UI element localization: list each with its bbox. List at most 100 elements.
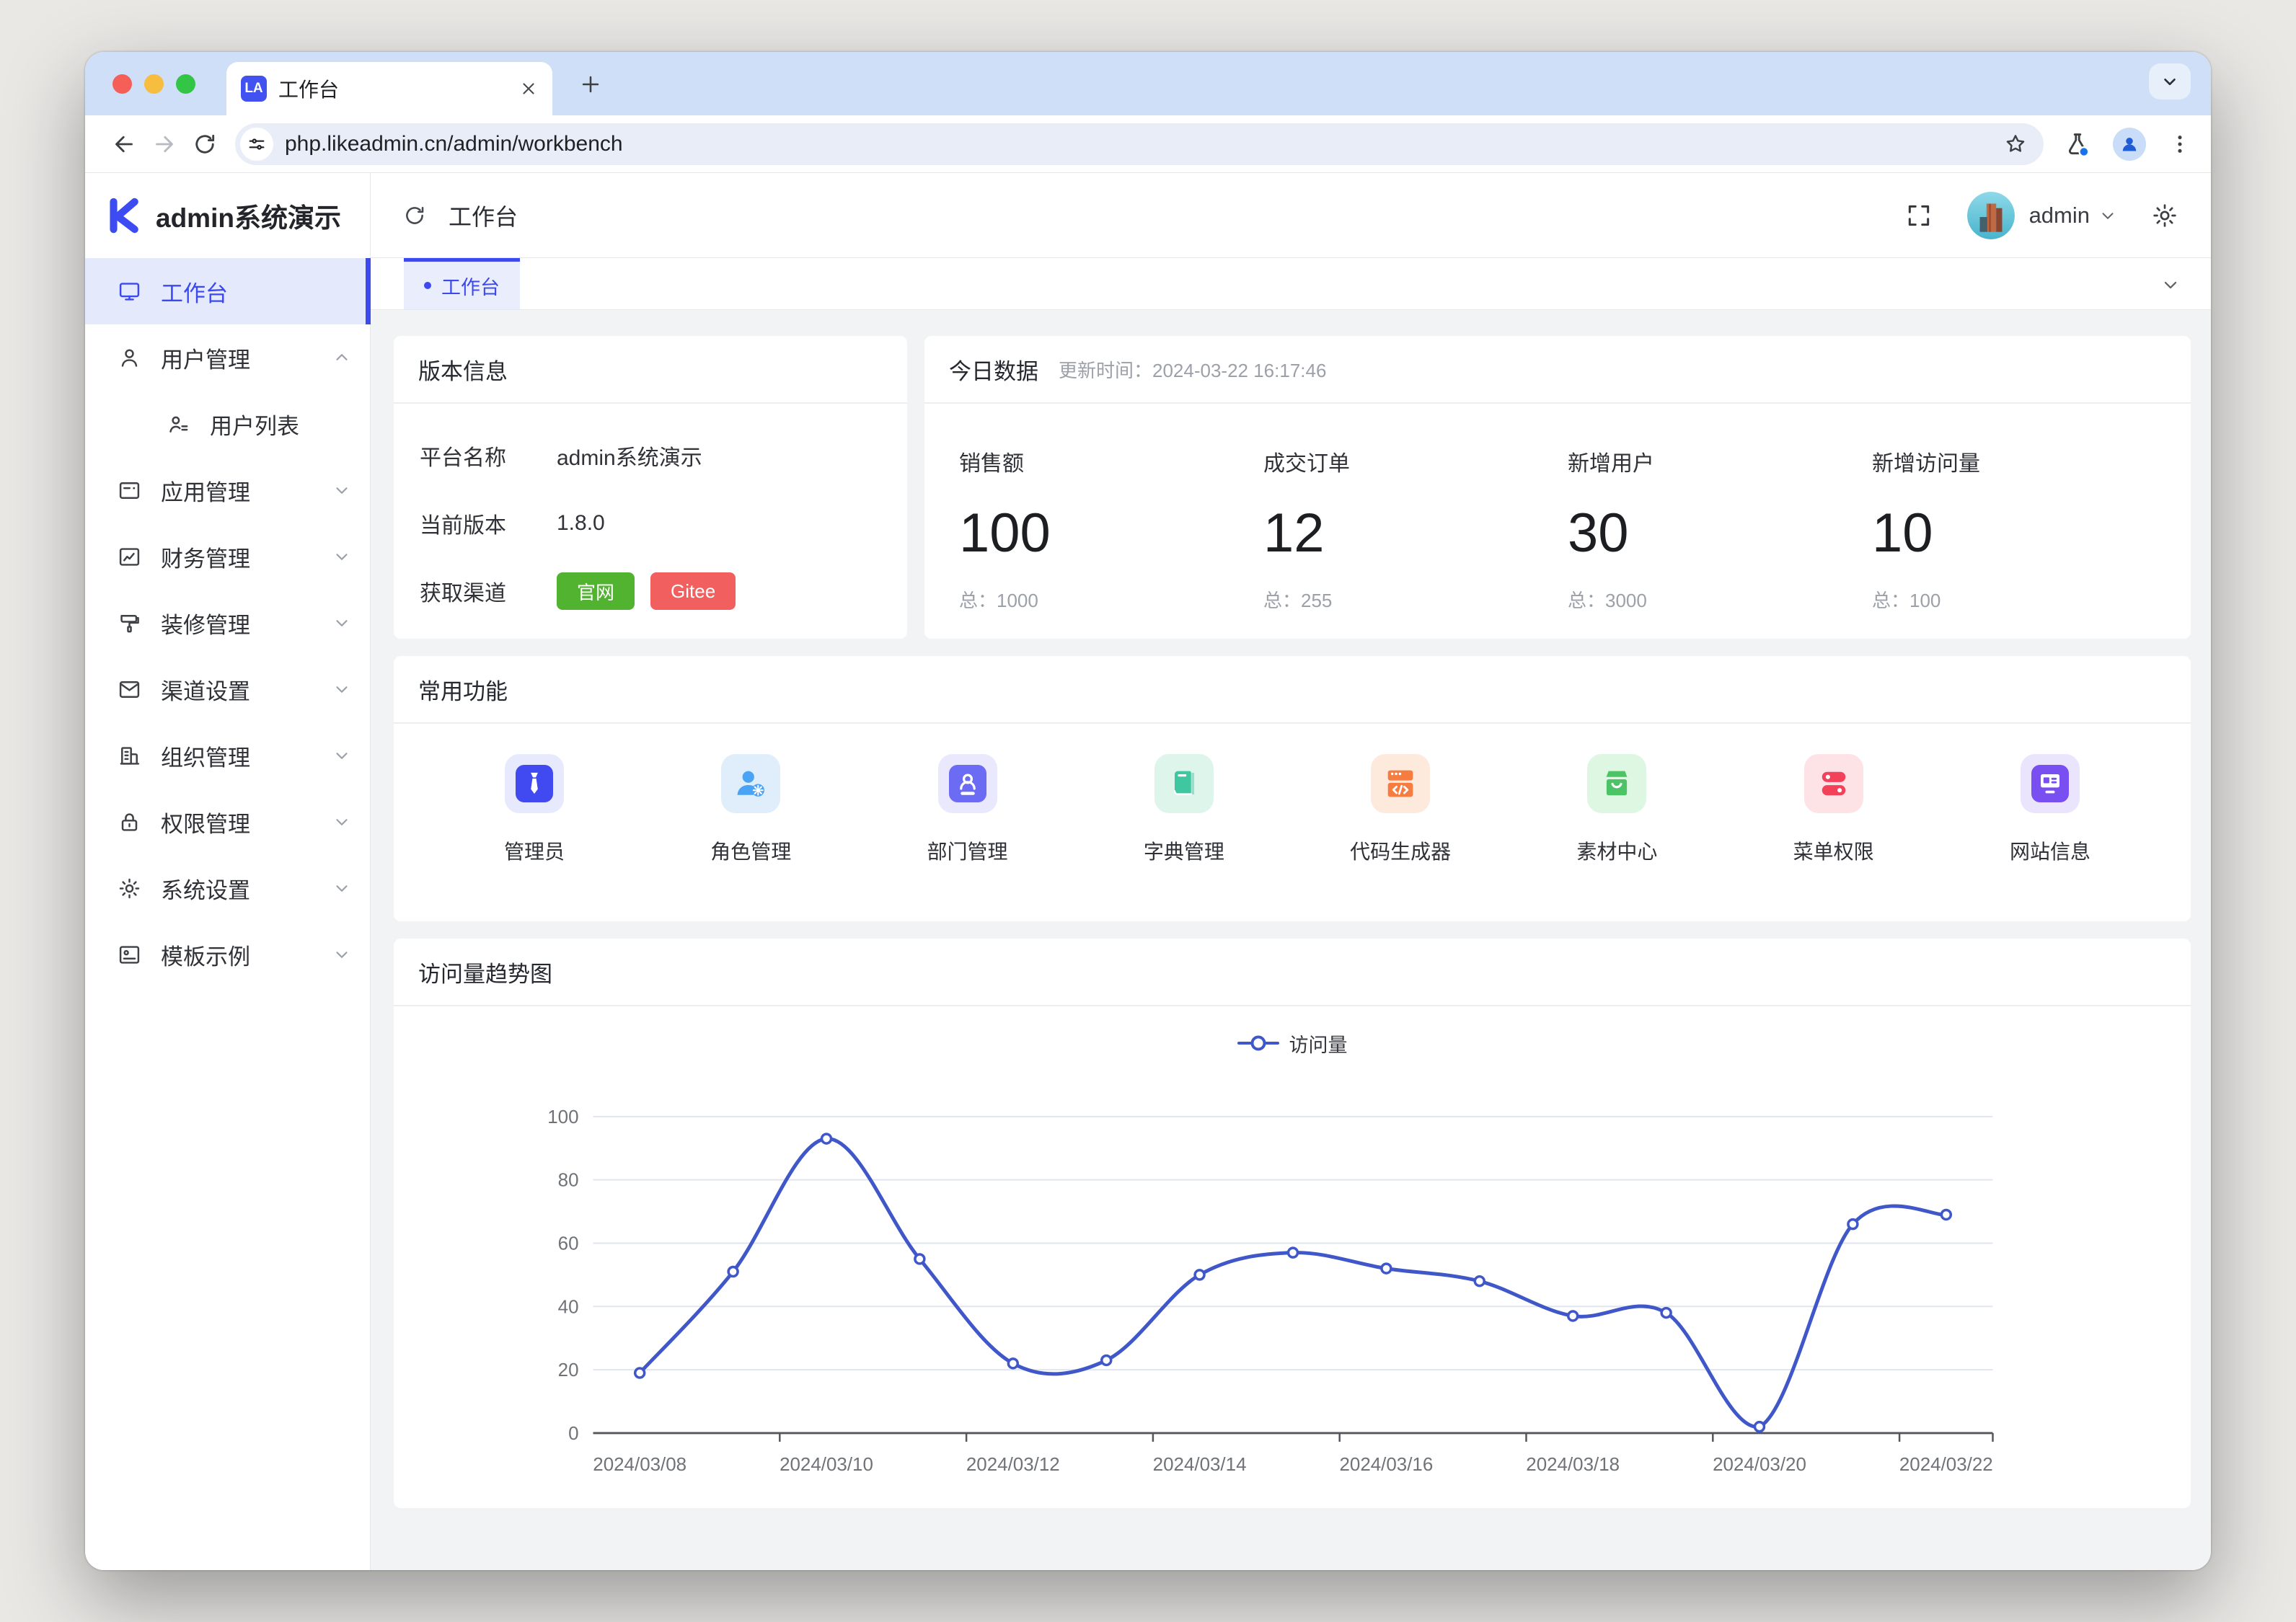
stat-label: 成交订单 [1263, 446, 1568, 477]
site-favicon: LA [241, 76, 267, 102]
new-tab-button[interactable] [574, 68, 607, 101]
svg-text:100: 100 [547, 1107, 578, 1127]
updated-time: 更新时间：2024-03-22 16:17:46 [1059, 356, 1326, 383]
browser-menu-kebab-icon[interactable] [2168, 132, 2192, 156]
toolbar-right-cluster [2064, 128, 2192, 161]
version-info-body: 平台名称 admin系统演示 当前版本 1.8.0 获取渠道 官网 Gitee [394, 404, 907, 643]
card-title: 版本信息 [394, 336, 907, 404]
gear-icon [117, 876, 142, 901]
sidebar-item-app-management[interactable]: 应用管理 [85, 457, 370, 523]
url-text[interactable]: php.likeadmin.cn/admin/workbench [285, 132, 1992, 156]
stat-label: 新增访问量 [1872, 446, 2176, 477]
gitee-button[interactable]: Gitee [650, 572, 736, 610]
quick-item-website-info[interactable]: 网站信息 [1996, 754, 2104, 921]
browser-profile-button[interactable] [2113, 128, 2146, 161]
user-avatar[interactable] [1967, 192, 2015, 239]
plus-icon [578, 72, 603, 97]
sidebar-item-user-list[interactable]: 用户列表 [85, 391, 370, 457]
page-tab-label: 工作台 [441, 272, 500, 300]
lock-icon [117, 810, 142, 835]
quick-item-material-center[interactable]: 素材中心 [1563, 754, 1671, 921]
sidebar-item-organization-management[interactable]: 组织管理 [85, 722, 370, 789]
refresh-icon[interactable] [402, 203, 427, 228]
source-channel-row: 获取渠道 官网 Gitee [420, 572, 881, 610]
quick-functions-card: 常用功能 管理员 角色管理 [394, 656, 2191, 921]
svg-text:2024/03/10: 2024/03/10 [780, 1455, 873, 1475]
tune-icon [247, 134, 267, 154]
sidebar-item-system-settings[interactable]: 系统设置 [85, 855, 370, 921]
svg-text:2024/03/14: 2024/03/14 [1153, 1455, 1247, 1475]
stat-label: 销售额 [959, 446, 1263, 477]
zoom-window-button[interactable] [176, 74, 195, 94]
fullscreen-icon[interactable] [1905, 202, 1933, 229]
minimize-window-button[interactable] [144, 74, 164, 94]
tab-search-button[interactable] [2149, 63, 2191, 99]
page-tab-workbench[interactable]: 工作台 [404, 258, 520, 309]
desktop-background: LA 工作台 php.likeadmin.cn/admin/workbench [0, 0, 2296, 1622]
official-site-button[interactable]: 官网 [557, 572, 635, 610]
sidebar-item-workbench[interactable]: 工作台 [85, 258, 370, 324]
svg-text:2024/03/22: 2024/03/22 [1899, 1455, 1993, 1475]
browser-window: LA 工作台 php.likeadmin.cn/admin/workbench [85, 52, 2211, 1570]
page-title: 工作台 [449, 199, 518, 232]
sidebar-item-finance-management[interactable]: 财务管理 [85, 523, 370, 590]
settings-gear-icon[interactable] [2150, 201, 2179, 230]
user-name[interactable]: admin [2029, 203, 2090, 229]
reload-button[interactable] [185, 124, 225, 164]
line-chart-canvas: 0204060801002024/03/082024/03/102024/03/… [417, 1063, 2168, 1494]
user-gear-icon [721, 754, 780, 813]
app-window-icon [117, 478, 142, 503]
quick-item-code-generator[interactable]: 代码生成器 [1346, 754, 1454, 921]
quick-item-department-management[interactable]: 部门管理 [914, 754, 1022, 921]
sidebar-item-label: 组织管理 [161, 740, 314, 772]
address-bar[interactable]: php.likeadmin.cn/admin/workbench [235, 123, 2044, 165]
brand-title: admin系统演示 [156, 196, 341, 235]
stat-total: 总：3000 [1568, 586, 1872, 613]
svg-text:2024/03/18: 2024/03/18 [1526, 1455, 1620, 1475]
chevron-down-icon[interactable] [2098, 206, 2117, 225]
chevron-down-icon [332, 746, 351, 765]
experiments-flask-icon[interactable] [2064, 130, 2091, 158]
card-header: 今日数据 更新时间：2024-03-22 16:17:46 [924, 336, 2191, 404]
svg-text:0: 0 [568, 1424, 578, 1444]
site-settings-button[interactable] [240, 128, 273, 161]
svg-text:2024/03/08: 2024/03/08 [593, 1455, 686, 1475]
sidebar-item-template-examples[interactable]: 模板示例 [85, 921, 370, 988]
sidebar-item-channel-settings[interactable]: 渠道设置 [85, 656, 370, 722]
sidebar-item-label: 工作台 [161, 275, 351, 308]
chevron-up-icon [332, 348, 351, 367]
close-window-button[interactable] [112, 74, 132, 94]
sidebar-item-decoration-management[interactable]: 装修管理 [85, 590, 370, 656]
quick-item-menu-permissions[interactable]: 菜单权限 [1780, 754, 1888, 921]
quick-item-label: 网站信息 [2010, 836, 2090, 865]
quick-item-role-management[interactable]: 角色管理 [697, 754, 805, 921]
chart-legend[interactable]: 访问量 [394, 1028, 2191, 1058]
admin-app: admin系统演示 工作台 用户管理 用户列表 应用管理 [85, 173, 2211, 1570]
active-tab-dot [424, 282, 431, 289]
quick-item-label: 部门管理 [927, 836, 1008, 865]
card-title: 访问量趋势图 [394, 939, 2191, 1006]
website-icon [2021, 754, 2080, 813]
sidebar-item-permission-management[interactable]: 权限管理 [85, 789, 370, 855]
visits-trend-card: 访问量趋势图 访问量 0204060801002024/03/082024/03… [394, 939, 2191, 1508]
quick-item-dictionary-management[interactable]: 字典管理 [1130, 754, 1238, 921]
forward-button[interactable] [144, 124, 185, 164]
back-button[interactable] [104, 124, 144, 164]
quick-item-admin[interactable]: 管理员 [480, 754, 588, 921]
browser-tab[interactable]: LA 工作台 [226, 62, 552, 115]
code-window-icon [1371, 754, 1430, 813]
sidebar-menu: 工作台 用户管理 用户列表 应用管理 财务管 [85, 258, 370, 988]
window-controls [112, 74, 195, 94]
bookmark-star-icon[interactable] [2003, 132, 2028, 156]
stat-total: 总：1000 [959, 586, 1263, 613]
tab-close-icon[interactable] [519, 79, 538, 98]
sidebar-item-user-management[interactable]: 用户管理 [85, 324, 370, 391]
stat-value: 30 [1568, 502, 1872, 564]
chevron-down-icon [332, 680, 351, 699]
quick-item-label: 角色管理 [710, 836, 791, 865]
svg-text:80: 80 [558, 1171, 579, 1191]
sidebar-item-label: 模板示例 [161, 939, 314, 971]
visits-trend-chart: 0204060801002024/03/082024/03/102024/03/… [394, 1058, 2191, 1508]
tabs-dropdown-icon[interactable] [2160, 275, 2181, 295]
content-area: 版本信息 平台名称 admin系统演示 当前版本 1.8.0 获 [371, 310, 2211, 1570]
